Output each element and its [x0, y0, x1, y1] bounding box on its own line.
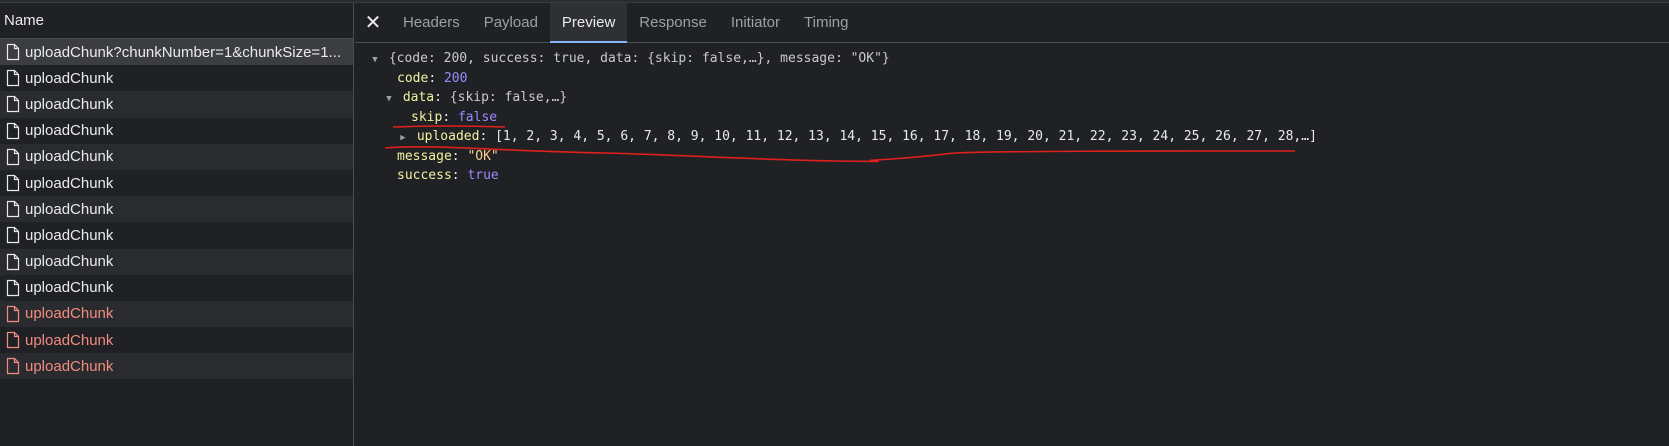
document-icon: [6, 43, 20, 61]
json-root-line[interactable]: ▼ {code: 200, success: true, data: {skip…: [355, 49, 1669, 69]
json-success-line: success: true: [397, 168, 499, 183]
request-name: uploadChunk?chunkNumber=1&chunkSize=1...: [25, 43, 342, 61]
request-name: uploadChunk: [25, 253, 114, 271]
request-name: uploadChunk: [25, 174, 114, 192]
request-name: uploadChunk: [25, 200, 114, 218]
document-icon: [6, 70, 20, 87]
request-row[interactable]: uploadChunk: [0, 300, 353, 328]
tab-preview[interactable]: Preview: [549, 3, 628, 43]
document-icon: [6, 305, 20, 323]
document-icon: [6, 174, 20, 192]
request-row[interactable]: uploadChunk: [0, 91, 353, 118]
document-icon: [6, 227, 20, 244]
request-row[interactable]: uploadChunk: [0, 274, 353, 301]
request-name: uploadChunk: [25, 357, 114, 375]
request-row[interactable]: uploadChunk: [0, 248, 353, 275]
json-code-line: code: 200: [397, 70, 468, 86]
document-icon: [6, 332, 20, 349]
tab-timing[interactable]: Timing: [792, 3, 860, 42]
json-skip-line: skip: false: [411, 109, 498, 125]
document-icon: [6, 122, 20, 139]
tab-payload[interactable]: Payload: [472, 3, 550, 42]
document-icon: [6, 358, 20, 375]
request-name: uploadChunk: [25, 331, 114, 349]
success-key: success: [397, 168, 452, 183]
request-name: uploadChunk: [25, 148, 114, 166]
data-key: data: [402, 90, 435, 105]
document-icon: [6, 279, 20, 296]
skip-value: false: [457, 109, 498, 125]
request-row[interactable]: uploadChunk: [0, 353, 353, 380]
tab-initiator[interactable]: Initiator: [719, 3, 792, 42]
skip-key: skip: [411, 109, 443, 125]
request-row[interactable]: uploadChunk: [0, 169, 353, 197]
request-row[interactable]: uploadChunk: [0, 222, 353, 249]
success-value: true: [467, 168, 499, 183]
request-name: uploadChunk: [25, 279, 114, 297]
details-tabbar: ✕ Headers Payload Preview Response Initi…: [355, 3, 1669, 43]
request-name: uploadChunk: [25, 95, 114, 113]
request-name: uploadChunk: [25, 69, 114, 87]
tab-headers[interactable]: Headers: [391, 3, 472, 42]
name-column-header[interactable]: Name: [0, 3, 353, 39]
uploaded-key: uploaded: [416, 129, 480, 144]
document-icon: [6, 253, 20, 270]
code-key: code: [397, 70, 429, 86]
message-value: "OK": [467, 148, 499, 164]
data-summary: {skip: false,…}: [449, 90, 568, 105]
json-preview: ▼ {code: 200, success: true, data: {skip…: [355, 43, 1669, 186]
details-pane: ✕ Headers Payload Preview Response Initi…: [355, 3, 1669, 446]
tab-response[interactable]: Response: [627, 3, 719, 42]
json-uploaded-line[interactable]: ▶ uploaded: [1, 2, 3, 4, 5, 6, 7, 8, 9, …: [355, 127, 1669, 147]
json-data-line[interactable]: ▼ data: {skip: false,…}: [355, 88, 1669, 108]
request-list: uploadChunk?chunkNumber=1&chunkSize=1...…: [0, 39, 353, 380]
document-icon: [6, 148, 20, 165]
request-name: uploadChunk: [25, 226, 114, 244]
request-row[interactable]: uploadChunk: [0, 65, 353, 92]
devtools-network-panel: Name uploadChunk?chunkNumber=1&chunkSize…: [0, 0, 1669, 446]
request-name: uploadChunk: [25, 122, 114, 140]
code-value: 200: [443, 70, 468, 86]
json-message-line: message: "OK": [397, 148, 499, 164]
document-icon: [6, 201, 20, 218]
request-list-pane: Name uploadChunk?chunkNumber=1&chunkSize…: [0, 3, 354, 446]
message-key: message: [397, 148, 452, 164]
root-summary: {code: 200, success: true, data: {skip: …: [388, 51, 890, 66]
request-row[interactable]: uploadChunk: [0, 117, 353, 144]
close-icon[interactable]: ✕: [355, 3, 391, 42]
document-icon: [6, 96, 20, 113]
uploaded-summary: [1, 2, 3, 4, 5, 6, 7, 8, 9, 10, 11, 12, …: [495, 129, 1317, 144]
request-row[interactable]: uploadChunk: [0, 327, 353, 354]
request-row[interactable]: uploadChunk: [0, 196, 353, 223]
request-name: uploadChunk: [25, 305, 114, 323]
request-row[interactable]: uploadChunk?chunkNumber=1&chunkSize=1...: [0, 39, 353, 66]
request-row[interactable]: uploadChunk: [0, 143, 353, 170]
